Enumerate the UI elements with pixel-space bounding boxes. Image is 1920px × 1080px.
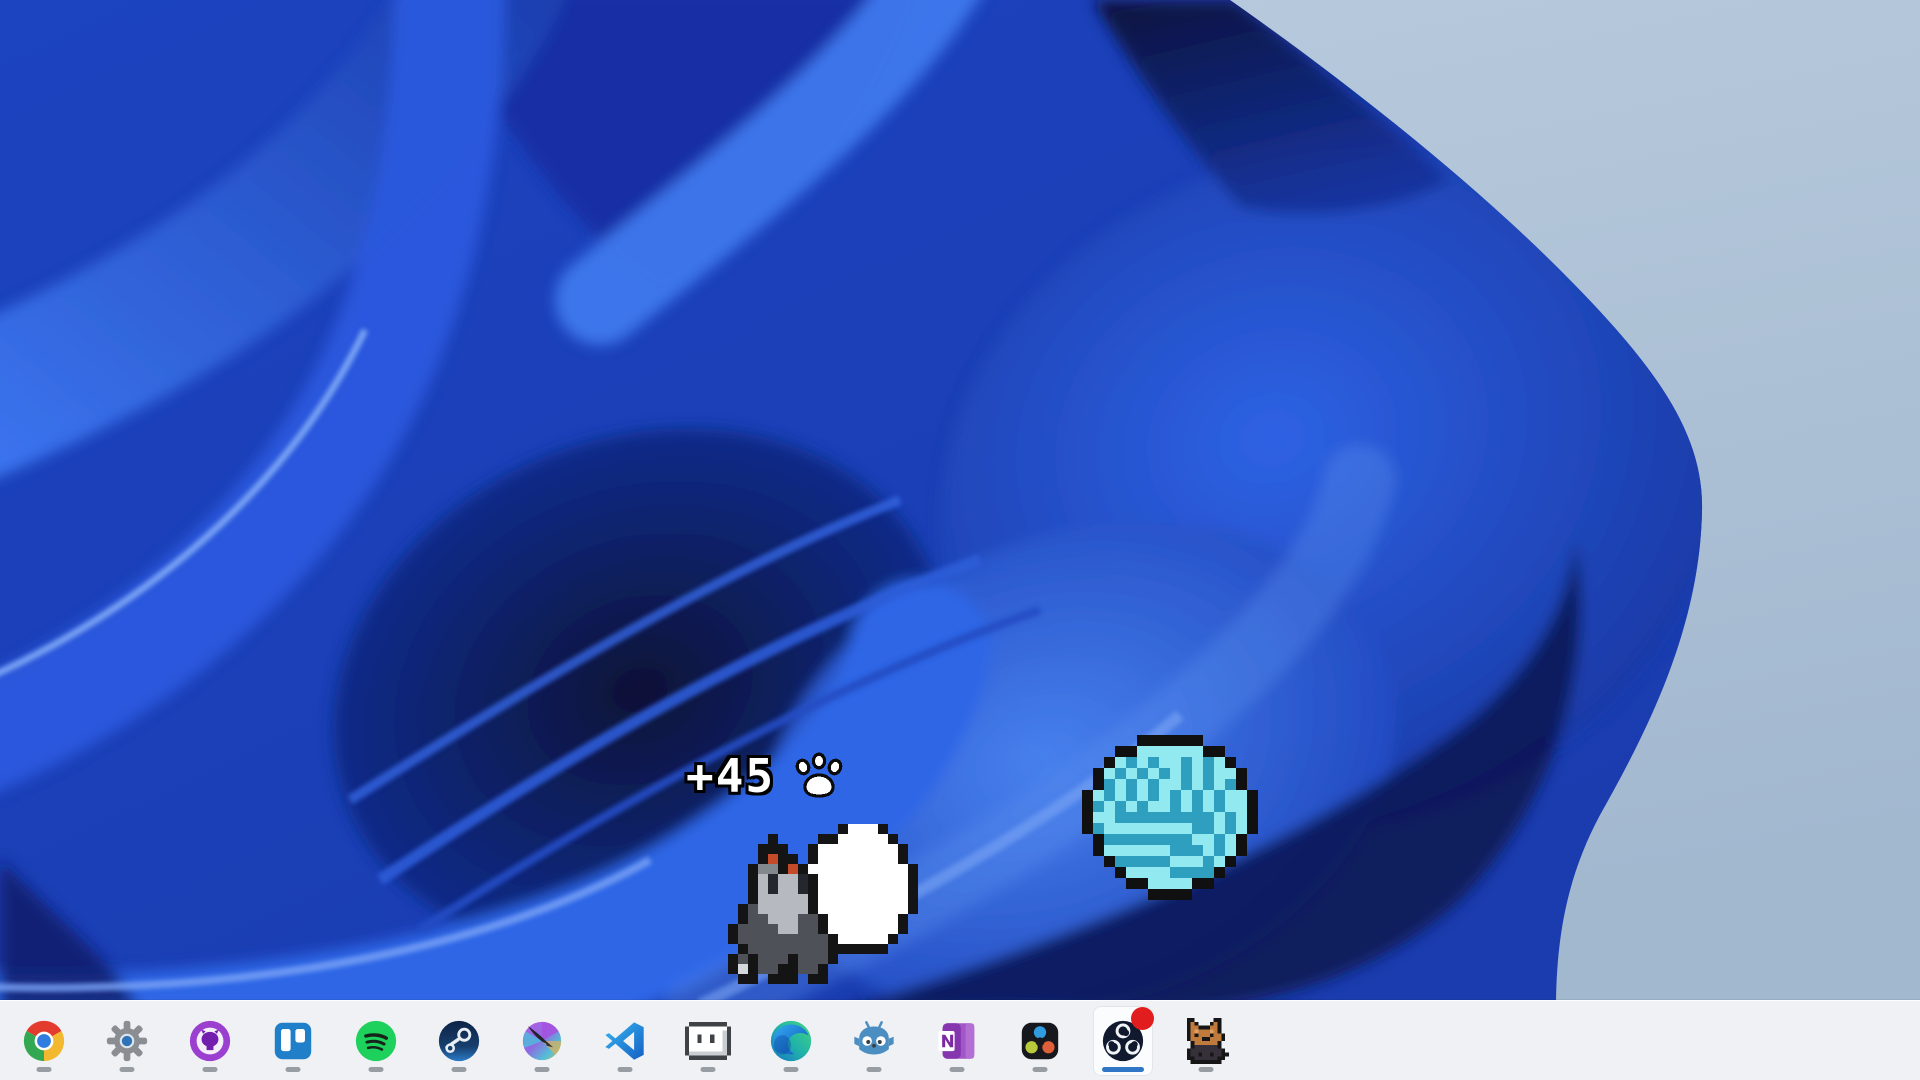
running-indicator [1102,1067,1144,1072]
taskbar [0,1000,1920,1080]
running-indicator [369,1067,384,1072]
taskbar-item-godot[interactable] [844,1006,904,1076]
spotify-icon [353,1018,399,1064]
pixel-box-icon [685,1018,731,1064]
steam-icon [436,1018,482,1064]
running-indicator [701,1067,716,1072]
github-desktop-icon [187,1018,233,1064]
yarn-ball-sprite[interactable] [1082,735,1258,904]
desktop-pet-icon [1183,1018,1229,1064]
taskbar-item-spotify[interactable] [346,1006,406,1076]
pet-score-popup: +45 [686,750,847,802]
onenote-icon [934,1018,980,1064]
vscode-icon [602,1018,648,1064]
taskbar-item-obs[interactable] [1093,1006,1153,1076]
taskbar-item-desktop-pet[interactable] [1176,1006,1236,1076]
taskbar-item-pixel-box[interactable] [678,1006,738,1076]
pet-score-text: +45 [686,753,775,799]
krita-icon [519,1018,565,1064]
running-indicator [1033,1067,1048,1072]
running-indicator [950,1067,965,1072]
running-indicator [286,1067,301,1072]
taskbar-item-davinci-resolve[interactable] [1010,1006,1070,1076]
obs-notification-dot [1131,1007,1154,1030]
chrome-icon [21,1018,67,1064]
edge-icon [768,1018,814,1064]
trello-icon [270,1018,316,1064]
taskbar-item-edge[interactable] [761,1006,821,1076]
taskbar-items [14,1001,1236,1080]
running-indicator [1199,1067,1214,1072]
taskbar-item-steam[interactable] [429,1006,489,1076]
taskbar-item-krita[interactable] [512,1006,572,1076]
paw-icon [791,750,847,802]
davinci-resolve-icon [1017,1018,1063,1064]
running-indicator [784,1067,799,1072]
taskbar-item-trello[interactable] [263,1006,323,1076]
desktop: +45 [0,0,1920,1080]
running-indicator [452,1067,467,1072]
running-indicator [120,1067,135,1072]
running-indicator [867,1067,882,1072]
running-indicator [618,1067,633,1072]
taskbar-item-settings[interactable] [97,1006,157,1076]
running-indicator [535,1067,550,1072]
taskbar-item-chrome[interactable] [14,1006,74,1076]
taskbar-item-vscode[interactable] [595,1006,655,1076]
pet-cat-sprite[interactable] [728,824,928,988]
godot-icon [851,1018,897,1064]
wallpaper-bloom [0,0,1920,1080]
running-indicator [203,1067,218,1072]
taskbar-item-github-desktop[interactable] [180,1006,240,1076]
running-indicator [37,1067,52,1072]
settings-icon [104,1018,150,1064]
taskbar-item-onenote[interactable] [927,1006,987,1076]
